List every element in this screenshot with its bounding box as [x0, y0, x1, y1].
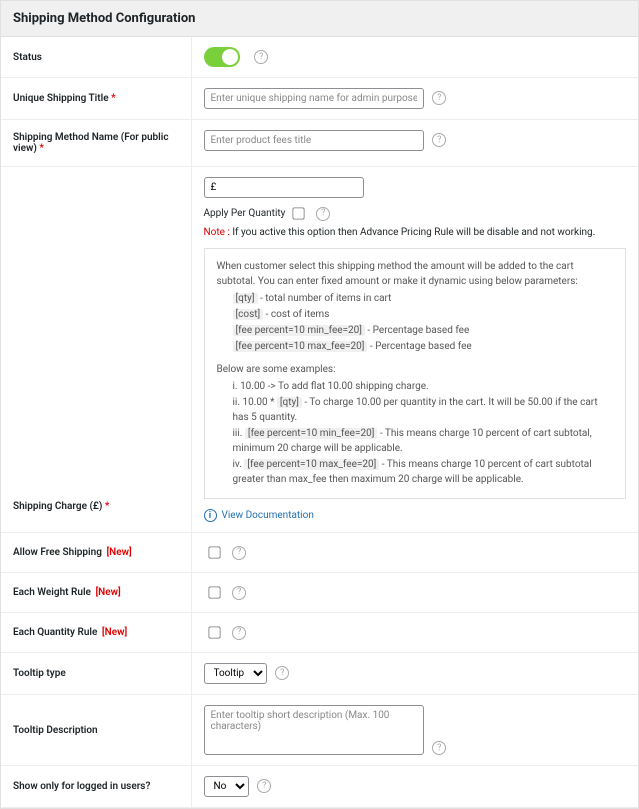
help-icon[interactable]: ? — [316, 207, 330, 221]
weight-rule-checkbox[interactable] — [208, 586, 220, 598]
label-qty-rule: Each Quantity Rule [New] — [1, 613, 191, 653]
help-icon[interactable]: ? — [232, 586, 246, 600]
view-documentation-link[interactable]: i View Documentation — [204, 509, 314, 522]
charge-desc-intro: When customer select this shipping metho… — [217, 259, 614, 289]
tooltip-type-select[interactable]: Tooltip — [204, 663, 267, 684]
help-icon[interactable]: ? — [257, 779, 271, 793]
label-unique-title: Unique Shipping Title * — [1, 78, 191, 120]
status-toggle[interactable] — [204, 47, 240, 67]
shipping-charge-input[interactable] — [204, 177, 364, 198]
apply-per-qty-checkbox[interactable] — [292, 207, 304, 219]
panel-header: Shipping Method Configuration — [1, 1, 638, 37]
param-code: [cost] — [233, 309, 264, 320]
page-title: Shipping Method Configuration — [13, 11, 626, 26]
apply-qty-note: Note : If you active this option then Ad… — [204, 227, 627, 238]
help-icon[interactable]: ? — [232, 546, 246, 560]
help-icon[interactable]: ? — [432, 133, 446, 147]
allow-free-checkbox[interactable] — [208, 546, 220, 558]
tooltip-desc-textarea[interactable] — [204, 705, 424, 755]
label-weight-rule: Each Weight Rule [New] — [1, 573, 191, 613]
label-logged-in: Show only for logged in users? — [1, 766, 191, 808]
info-icon: i — [204, 509, 217, 522]
label-tooltip-type: Tooltip type — [1, 653, 191, 695]
label-tooltip-desc: Tooltip Description — [1, 695, 191, 766]
param-code: [fee percent=10 min_fee=20] — [233, 325, 365, 336]
param-code: [qty] — [233, 293, 258, 304]
label-shipping-charge: Shipping Charge (£) * — [1, 167, 191, 533]
param-code: [fee percent=10 max_fee=20] — [233, 341, 368, 352]
unique-title-input[interactable] — [204, 88, 424, 109]
charge-description-box: When customer select this shipping metho… — [204, 248, 627, 499]
label-method-name: Shipping Method Name (For public view) * — [1, 120, 191, 167]
label-status: Status — [1, 37, 191, 78]
help-icon[interactable]: ? — [254, 50, 268, 64]
method-name-input[interactable] — [204, 130, 424, 151]
qty-rule-checkbox[interactable] — [208, 626, 220, 638]
help-icon[interactable]: ? — [432, 91, 446, 105]
logged-in-select[interactable]: No — [204, 776, 249, 797]
examples-heading: Below are some examples: — [217, 362, 614, 377]
apply-per-qty-label: Apply Per Quantity — [204, 208, 286, 219]
label-allow-free: Allow Free Shipping [New] — [1, 533, 191, 573]
help-icon[interactable]: ? — [232, 626, 246, 640]
help-icon[interactable]: ? — [275, 666, 289, 680]
help-icon[interactable]: ? — [432, 741, 446, 755]
